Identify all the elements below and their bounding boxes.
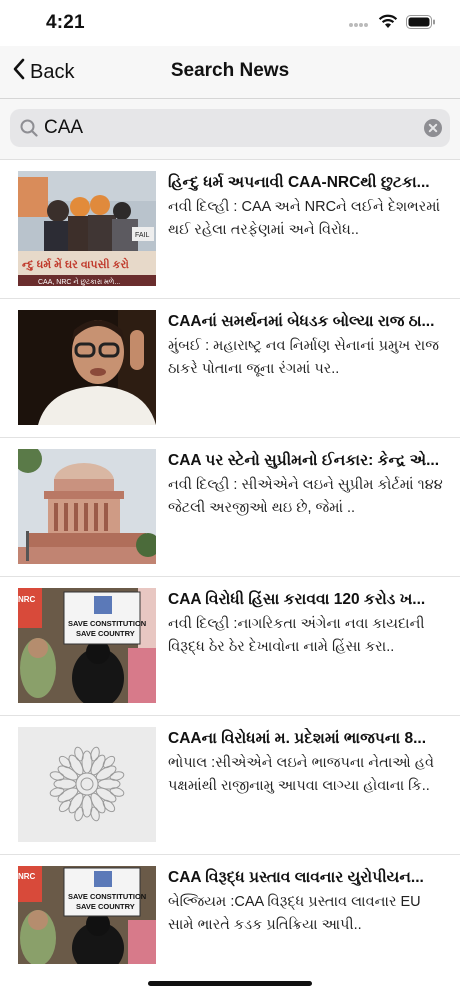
news-thumbnail	[18, 449, 156, 564]
thumb-caption-text: CAA, NRC ને છુટકારા મળે...	[38, 277, 120, 286]
news-summary: નવી દિલ્હી : CAA અને NRCને લઈને દેશભરમાં…	[168, 199, 441, 238]
home-indicator[interactable]	[148, 981, 312, 986]
status-time: 4:21	[46, 12, 85, 33]
status-bar: 4:21	[0, 0, 460, 46]
thumb-fail-text: FAIL	[135, 232, 150, 239]
thumb-sign-line2: SAVE COUNTRY	[76, 629, 135, 638]
news-thumbnail	[18, 727, 156, 842]
news-item[interactable]: CAA પર સ્ટેનો સુપ્રીમનો ઈનકાર: કેન્દ્ર એ…	[0, 438, 460, 577]
search-bar[interactable]	[10, 109, 450, 147]
thumb-banner-text: ન્દુ ધર્મ મેં ઘર વાપસી કરો	[22, 257, 129, 271]
news-summary: નવી દિલ્હી :નાગરિકતા અંગેના નવા કાયદાની …	[168, 616, 425, 655]
clear-search-icon[interactable]	[424, 119, 442, 142]
wifi-icon	[378, 14, 398, 34]
news-thumbnail: NRC SAVE CONSTITUTION SAVE COUNTRY	[18, 866, 156, 964]
news-summary: નવી દિલ્હી : સીએએને લઇને સુપ્રીમ કોર્ટમા…	[168, 477, 443, 516]
search-bar-container	[0, 99, 460, 160]
news-item[interactable]: NRC SAVE CONSTITUTION SAVE COUNTRY CAA વ…	[0, 577, 460, 716]
news-list: ન્દુ ધર્મ મેં ઘર વાપસી કરો CAA, NRC ને છ…	[0, 160, 460, 993]
thumb-nrc-text: NRC	[18, 595, 36, 604]
news-thumbnail: NRC SAVE CONSTITUTION SAVE COUNTRY	[18, 588, 156, 703]
news-thumbnail: ન્દુ ધર્મ મેં ઘર વાપસી કરો CAA, NRC ને છ…	[18, 171, 156, 286]
news-summary: બેલ્જિયમ :CAA વિરૂદ્ધ પ્રસ્તાવ લાવનાર EU…	[168, 894, 421, 933]
signal-icon	[348, 15, 370, 33]
search-icon	[20, 119, 38, 142]
news-title: CAA પર સ્ટેનો સુપ્રીમનો ઈનકાર: કેન્દ્ર એ…	[168, 452, 440, 469]
news-summary: ભોપાલ :સીએએને લઇને ભાજપના નેતાઓ હવે પક્ષ…	[168, 755, 435, 794]
news-item[interactable]: NRC SAVE CONSTITUTION SAVE COUNTRY CAA વ…	[0, 855, 460, 993]
navigation-bar: Back Search News	[0, 46, 460, 99]
news-title: CAA વિરૂદ્ધ પ્રસ્તાવ લાવનાર યુરોપીયન...	[168, 869, 424, 886]
news-title: CAAના વિરોધમાં મ. પ્રદેશમાં ભાજપના 8...	[168, 730, 427, 747]
news-thumbnail	[18, 310, 156, 425]
thumb-sign-line1: SAVE CONSTITUTION	[68, 892, 146, 901]
thumb-nrc-text: NRC	[18, 872, 36, 881]
news-title: હિન્દુ ધર્મ અપનાવી CAA-NRCથી છુટકા...	[168, 174, 430, 191]
news-item[interactable]: CAAના વિરોધમાં મ. પ્રદેશમાં ભાજપના 8... …	[0, 716, 460, 855]
thumb-sign-line2: SAVE COUNTRY	[76, 902, 135, 911]
news-title: CAAનાં સમર્થનમાં બેધડક બોલ્યા રાજ ઠા...	[168, 313, 435, 330]
news-title: CAA વિરોધી હિંસા કરાવવા 120 કરોડ ખ...	[168, 591, 426, 608]
news-item[interactable]: CAAનાં સમર્થનમાં બેધડક બોલ્યા રાજ ઠા... …	[0, 299, 460, 438]
battery-icon	[406, 14, 436, 34]
status-icons	[348, 14, 436, 34]
search-input[interactable]	[44, 112, 404, 144]
page-title: Search News	[170, 60, 290, 81]
thumb-sign-line1: SAVE CONSTITUTION	[68, 619, 146, 628]
news-item[interactable]: ન્દુ ધર્મ મેં ઘર વાપસી કરો CAA, NRC ને છ…	[0, 160, 460, 299]
news-summary: મુંબઈ : મહારાષ્ટ્ર નવ નિર્માણ સેનાનાં પ્…	[168, 338, 439, 377]
